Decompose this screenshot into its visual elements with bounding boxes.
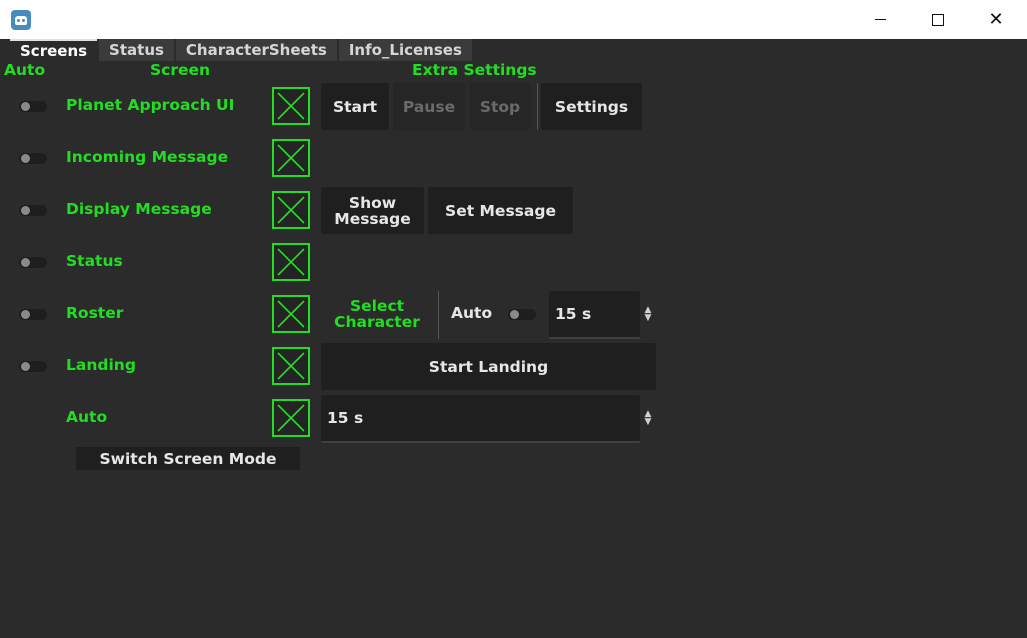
godot-app-icon <box>11 10 31 30</box>
select-character-line2: Character <box>334 313 420 331</box>
show-message-button[interactable]: Show Message <box>321 187 424 234</box>
auto-toggle-landing[interactable] <box>19 361 47 372</box>
set-message-button[interactable]: Set Message <box>428 187 573 234</box>
show-message-line1: Show <box>348 193 397 212</box>
x-mark-icon <box>277 404 305 432</box>
maximize-icon <box>932 13 944 26</box>
spin-updown-icon[interactable]: ▲ ▼ <box>642 410 654 428</box>
x-mark-icon <box>277 92 305 120</box>
minimize-button[interactable] <box>851 0 909 39</box>
auto-toggle-display-message[interactable] <box>19 205 47 216</box>
pause-button[interactable]: Pause <box>393 83 465 130</box>
screen-label-incoming-message: Incoming Message <box>66 148 229 166</box>
x-mark-icon <box>277 144 305 172</box>
x-mark-icon <box>277 196 305 224</box>
tab-character-sheets[interactable]: CharacterSheets <box>175 39 337 61</box>
select-character-line1: Select <box>349 297 405 315</box>
auto-interval-value: 15 s <box>327 409 364 427</box>
tab-screens[interactable]: Screens <box>10 39 98 61</box>
settings-button[interactable]: Settings <box>541 83 642 130</box>
x-mark-icon <box>277 300 305 328</box>
close-button[interactable]: ✕ <box>967 0 1025 39</box>
tab-info-licenses[interactable]: Info_Licenses <box>338 39 472 61</box>
switch-screen-mode-button[interactable]: Switch Screen Mode <box>76 447 300 470</box>
screen-checkbox-auto[interactable] <box>272 399 310 437</box>
start-button[interactable]: Start <box>321 83 389 130</box>
auto-toggle-planet-approach[interactable] <box>19 101 47 112</box>
close-icon: ✕ <box>988 8 1004 30</box>
header-screen: Screen <box>150 61 211 79</box>
roster-auto-label: Auto <box>451 304 493 322</box>
header-auto: Auto <box>4 61 46 79</box>
show-message-line2: Message <box>334 209 411 228</box>
separator <box>537 83 538 130</box>
auto-toggle-roster[interactable] <box>19 309 47 320</box>
screen-label-roster: Roster <box>66 304 124 322</box>
start-landing-button[interactable]: Start Landing <box>321 343 656 390</box>
x-mark-icon <box>277 352 305 380</box>
header-extra-settings: Extra Settings <box>412 61 537 79</box>
roster-interval-value: 15 s <box>555 305 592 323</box>
screen-checkbox-roster[interactable] <box>272 295 310 333</box>
tab-bar: Screens Status CharacterSheets Info_Lice… <box>10 39 472 61</box>
spin-updown-icon[interactable]: ▲ ▼ <box>642 306 654 324</box>
screen-label-planet-approach: Planet Approach UI <box>66 96 235 114</box>
tab-status[interactable]: Status <box>99 39 174 61</box>
screen-label-auto: Auto <box>66 408 108 426</box>
roster-auto-toggle[interactable] <box>508 309 536 320</box>
maximize-button[interactable] <box>909 0 967 39</box>
screen-label-status: Status <box>66 252 123 270</box>
auto-interval-spinbox[interactable]: 15 s <box>321 395 640 443</box>
minimize-icon <box>874 19 886 20</box>
select-character-label: Select Character <box>322 298 432 330</box>
screen-checkbox-status[interactable] <box>272 243 310 281</box>
screen-checkbox-display-message[interactable] <box>272 191 310 229</box>
roster-interval-spinbox[interactable]: 15 s <box>549 291 640 339</box>
screen-label-landing: Landing <box>66 356 136 374</box>
separator <box>438 291 439 339</box>
auto-toggle-incoming-message[interactable] <box>19 153 47 164</box>
x-mark-icon <box>277 248 305 276</box>
stop-button[interactable]: Stop <box>470 83 530 130</box>
window-titlebar: ✕ <box>0 0 1027 39</box>
screen-label-display-message: Display Message <box>66 200 212 218</box>
screen-checkbox-incoming-message[interactable] <box>272 139 310 177</box>
auto-toggle-status[interactable] <box>19 257 47 268</box>
screen-checkbox-planet-approach[interactable] <box>272 87 310 125</box>
screen-checkbox-landing[interactable] <box>272 347 310 385</box>
